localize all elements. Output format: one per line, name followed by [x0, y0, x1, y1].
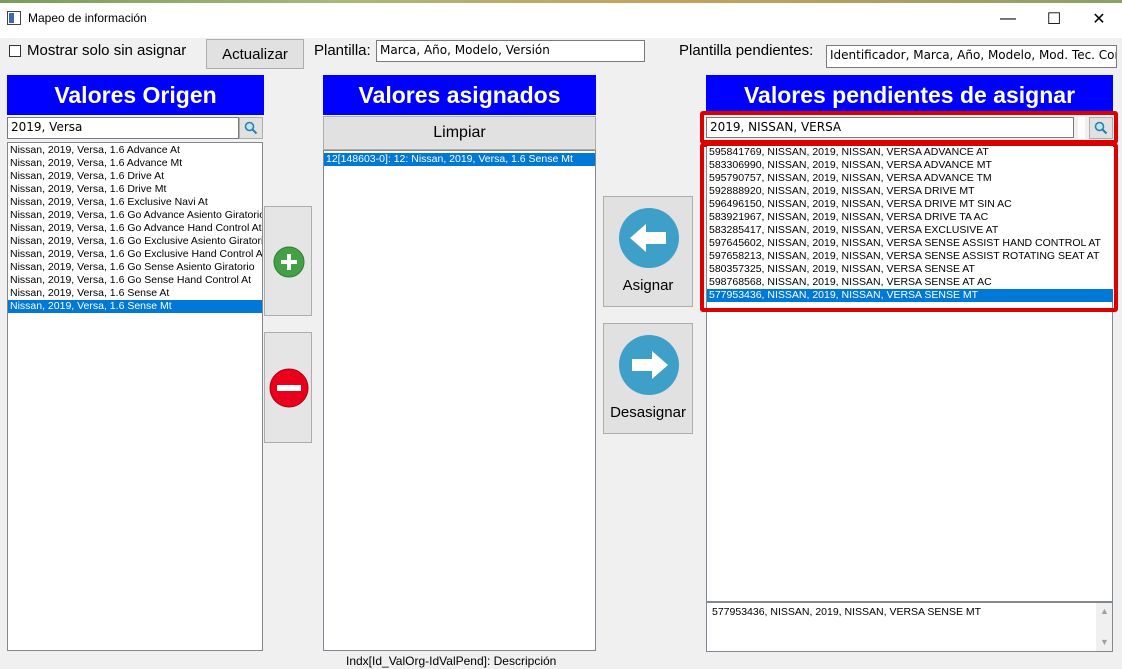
refresh-button[interactable]: Actualizar — [206, 39, 304, 69]
list-item[interactable]: Nissan, 2019, Versa, 1.6 Drive At — [8, 170, 262, 183]
pending-detail-box[interactable]: 577953436, NISSAN, 2019, NISSAN, VERSA S… — [706, 602, 1113, 652]
assign-button[interactable]: Asignar — [603, 196, 693, 307]
add-mapping-button[interactable] — [264, 206, 312, 316]
unassign-button[interactable]: Desasignar — [603, 323, 693, 434]
list-item[interactable]: 583285417, NISSAN, 2019, NISSAN, VERSA E… — [707, 224, 1113, 237]
pending-template-field[interactable]: Identificador, Marca, Año, Modelo, Mod. … — [826, 45, 1117, 68]
list-item[interactable]: 596496150, NISSAN, 2019, NISSAN, VERSA D… — [707, 198, 1113, 211]
origin-search-input[interactable]: 2019, Versa — [7, 117, 239, 139]
pending-template-label: Plantilla pendientes: — [679, 42, 814, 59]
minimize-button[interactable]: — — [985, 4, 1031, 34]
list-item[interactable]: 592888920, NISSAN, 2019, NISSAN, VERSA D… — [707, 185, 1113, 198]
origin-list[interactable]: Nissan, 2019, Versa, 1.6 Advance At Nissa… — [7, 142, 263, 651]
taskbar-strip — [0, 0, 1122, 3]
minus-circle-icon — [269, 368, 309, 408]
list-item[interactable]: Nissan, 2019, Versa, 1.6 Go Exclusive Ha… — [8, 248, 262, 261]
show-unassigned-checkbox[interactable] — [9, 45, 21, 57]
list-item[interactable]: 595790757, NISSAN, 2019, NISSAN, VERSA A… — [707, 172, 1113, 185]
close-button[interactable]: ✕ — [1076, 4, 1122, 34]
title-bar — [0, 0, 1122, 38]
list-item[interactable]: 583306990, NISSAN, 2019, NISSAN, VERSA A… — [707, 159, 1113, 172]
list-item[interactable]: Nissan, 2019, Versa, 1.6 Go Sense Hand C… — [8, 274, 262, 287]
remove-mapping-button[interactable] — [264, 332, 312, 443]
list-item[interactable]: Nissan, 2019, Versa, 1.6 Sense At — [8, 287, 262, 300]
origin-search-button[interactable] — [239, 117, 263, 139]
assigned-list[interactable]: 12[148603-0]: 12: Nissan, 2019, Versa, 1… — [323, 150, 596, 651]
arrow-left-circle-icon — [619, 208, 679, 268]
unassign-label: Desasignar — [610, 404, 686, 421]
pending-search-input[interactable]: 2019, NISSAN, VERSA — [706, 117, 1074, 138]
list-item[interactable]: Nissan, 2019, Versa, 1.6 Go Exclusive As… — [8, 235, 262, 248]
list-item[interactable]: Nissan, 2019, Versa, 1.6 Go Sense Asient… — [8, 261, 262, 274]
list-item[interactable]: Nissan, 2019, Versa, 1.6 Advance At — [8, 144, 262, 157]
list-item[interactable]: Nissan, 2019, Versa, 1.6 Sense Mt — [8, 300, 262, 313]
origin-header: Valores Origen — [7, 75, 264, 115]
app-icon — [7, 11, 21, 25]
pending-detail-text: 577953436, NISSAN, 2019, NISSAN, VERSA S… — [712, 606, 982, 618]
list-item[interactable]: 583921967, NISSAN, 2019, NISSAN, VERSA D… — [707, 211, 1113, 224]
maximize-button[interactable]: ☐ — [1031, 4, 1077, 34]
pending-list[interactable]: 595841769, NISSAN, 2019, NISSAN, VERSA A… — [707, 146, 1113, 302]
template-field[interactable]: Marca, Año, Modelo, Versión — [376, 40, 645, 62]
template-label: Plantilla: — [314, 42, 371, 59]
list-item[interactable]: 12[148603-0]: 12: Nissan, 2019, Versa, 1… — [324, 153, 595, 166]
arrow-right-circle-icon — [619, 335, 679, 395]
scroll-down-icon[interactable]: ▼ — [1100, 637, 1109, 647]
plus-circle-icon — [273, 246, 305, 278]
scroll-up-icon[interactable]: ▲ — [1100, 606, 1109, 616]
list-item[interactable]: Nissan, 2019, Versa, 1.6 Go Advance Asie… — [8, 209, 262, 222]
list-item[interactable]: 577953436, NISSAN, 2019, NISSAN, VERSA S… — [707, 289, 1113, 302]
list-item[interactable]: Nissan, 2019, Versa, 1.6 Exclusive Navi … — [8, 196, 262, 209]
assigned-header: Valores asignados — [323, 75, 596, 115]
list-item[interactable]: 597658213, NISSAN, 2019, NISSAN, VERSA S… — [707, 250, 1113, 263]
footer-legend: Indx[Id_ValOrg-IdValPend]: Descripción — [346, 654, 557, 668]
clear-button[interactable]: Limpiar — [323, 116, 596, 150]
window-title: Mapeo de información — [28, 11, 147, 25]
list-item[interactable]: Nissan, 2019, Versa, 1.6 Advance Mt — [8, 157, 262, 170]
pending-header: Valores pendientes de asignar — [706, 75, 1113, 115]
list-item[interactable]: 598768568, NISSAN, 2019, NISSAN, VERSA S… — [707, 276, 1113, 289]
list-item[interactable]: Nissan, 2019, Versa, 1.6 Go Advance Hand… — [8, 222, 262, 235]
list-item[interactable]: Nissan, 2019, Versa, 1.6 Drive Mt — [8, 183, 262, 196]
assign-label: Asignar — [622, 277, 674, 294]
detail-scrollbar[interactable]: ▲ ▼ — [1096, 603, 1112, 651]
list-item[interactable]: 580357325, NISSAN, 2019, NISSAN, VERSA S… — [707, 263, 1113, 276]
show-unassigned-label: Mostrar solo sin asignar — [27, 42, 187, 59]
search-icon — [244, 121, 258, 135]
list-item[interactable]: 597645602, NISSAN, 2019, NISSAN, VERSA S… — [707, 237, 1113, 250]
list-item[interactable]: 595841769, NISSAN, 2019, NISSAN, VERSA A… — [707, 146, 1113, 159]
pending-search-divider — [1078, 116, 1085, 139]
pending-search-button[interactable] — [1089, 117, 1113, 139]
search-icon — [1094, 121, 1108, 135]
